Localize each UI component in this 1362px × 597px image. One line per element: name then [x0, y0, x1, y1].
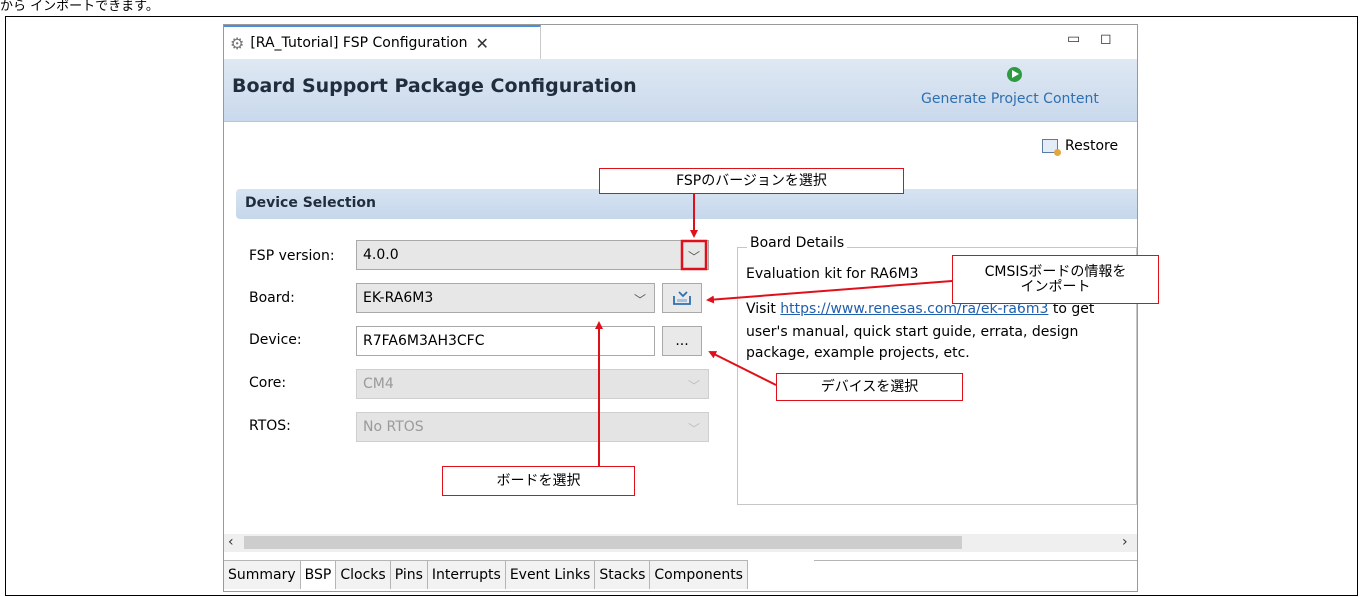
horizontal-scrollbar[interactable]: ‹ › — [224, 534, 1137, 552]
callout-cmsis-line2: インポート — [1020, 278, 1091, 295]
board-details-line4: package, example projects, etc. — [746, 345, 970, 361]
callout-board-select: ボードを選択 — [442, 466, 635, 496]
board-details-line3: user's manual, quick start guide, errata… — [746, 324, 1079, 340]
chevron-down-icon: ﹀ — [687, 379, 700, 393]
rtos-dropdown: No RTOS ﹀ — [356, 412, 709, 442]
generate-project-content-link[interactable]: Generate Project Content — [921, 91, 1099, 107]
tab-interrupts[interactable]: Interrupts — [427, 561, 506, 589]
core-label: Core: — [249, 375, 287, 391]
gear-icon: ⚙ — [230, 33, 245, 53]
bottom-tab-bar: Summary BSP Clocks Pins Interrupts Event… — [224, 560, 748, 591]
editor-tab-bar: ⚙ [RA_Tutorial] FSP Configuration ✕ ▭ ◻ — [224, 25, 1137, 60]
editor-tab[interactable]: ⚙ [RA_Tutorial] FSP Configuration ✕ — [224, 25, 541, 59]
restore-button[interactable]: Restore — [1042, 138, 1119, 156]
import-icon — [673, 291, 691, 305]
device-field[interactable]: R7FA6M3AH3CFC — [356, 326, 655, 356]
top-partial-text: から インポートできます。 — [0, 0, 159, 14]
select-device-button[interactable]: ... — [662, 326, 702, 356]
fsp-version-label: FSP version: — [249, 248, 335, 264]
core-dropdown: CM4 ﹀ — [356, 369, 709, 399]
tab-summary[interactable]: Summary — [224, 561, 301, 589]
tab-pins[interactable]: Pins — [390, 561, 428, 589]
callout-cmsis-import: CMSISボードの情報を インポート — [952, 255, 1159, 304]
device-label: Device: — [249, 332, 302, 348]
device-value: R7FA6M3AH3CFC — [363, 333, 485, 349]
visit-text: Visit — [746, 301, 781, 317]
tab-event-links[interactable]: Event Links — [505, 561, 596, 589]
fsp-editor-window: ⚙ [RA_Tutorial] FSP Configuration ✕ ▭ ◻ … — [223, 24, 1138, 592]
rtos-value: No RTOS — [363, 419, 424, 435]
section-title: Device Selection — [245, 195, 376, 211]
scrollbar-thumb[interactable] — [244, 536, 962, 549]
restore-label: Restore — [1065, 138, 1119, 154]
fsp-version-value: 4.0.0 — [363, 247, 399, 263]
board-value: EK-RA6M3 — [363, 290, 434, 306]
tab-clocks[interactable]: Clocks — [336, 561, 391, 589]
callout-fsp-version: FSPのバージョンを選択 — [599, 168, 904, 194]
board-label: Board: — [249, 290, 295, 306]
editor-header: Board Support Package Configuration Gene… — [224, 59, 1137, 122]
close-icon[interactable]: ✕ — [475, 34, 488, 53]
bottom-tab-bar-filler — [814, 560, 1137, 591]
scroll-left-icon[interactable]: ‹ — [228, 534, 234, 550]
run-icon[interactable] — [1007, 67, 1022, 82]
scroll-right-icon[interactable]: › — [1122, 534, 1128, 550]
tab-components[interactable]: Components — [650, 561, 748, 589]
rtos-label: RTOS: — [249, 418, 291, 434]
chevron-down-icon: ﹀ — [687, 422, 700, 436]
editor-tab-title: [RA_Tutorial] FSP Configuration — [250, 35, 468, 51]
minimize-icon[interactable]: ▭ — [1067, 31, 1080, 47]
callout-device-select: デバイスを選択 — [776, 373, 963, 401]
fsp-version-dropdown[interactable]: 4.0.0 ﹀ — [356, 240, 709, 270]
chevron-down-icon: ﹀ — [687, 250, 700, 264]
maximize-icon[interactable]: ◻ — [1100, 31, 1112, 47]
page-title: Board Support Package Configuration — [232, 75, 637, 97]
restore-icon — [1042, 139, 1061, 156]
board-details-description: Evaluation kit for RA6M3 — [746, 266, 919, 282]
core-value: CM4 — [363, 376, 394, 392]
tab-bsp[interactable]: BSP — [300, 561, 337, 589]
import-cmsis-board-button[interactable] — [662, 283, 702, 313]
chevron-down-icon: ﹀ — [633, 293, 646, 307]
board-details-title: Board Details — [747, 235, 848, 251]
callout-cmsis-line1: CMSISボードの情報を — [984, 263, 1127, 280]
board-dropdown[interactable]: EK-RA6M3 ﹀ — [356, 283, 655, 313]
tab-stacks[interactable]: Stacks — [595, 561, 651, 589]
